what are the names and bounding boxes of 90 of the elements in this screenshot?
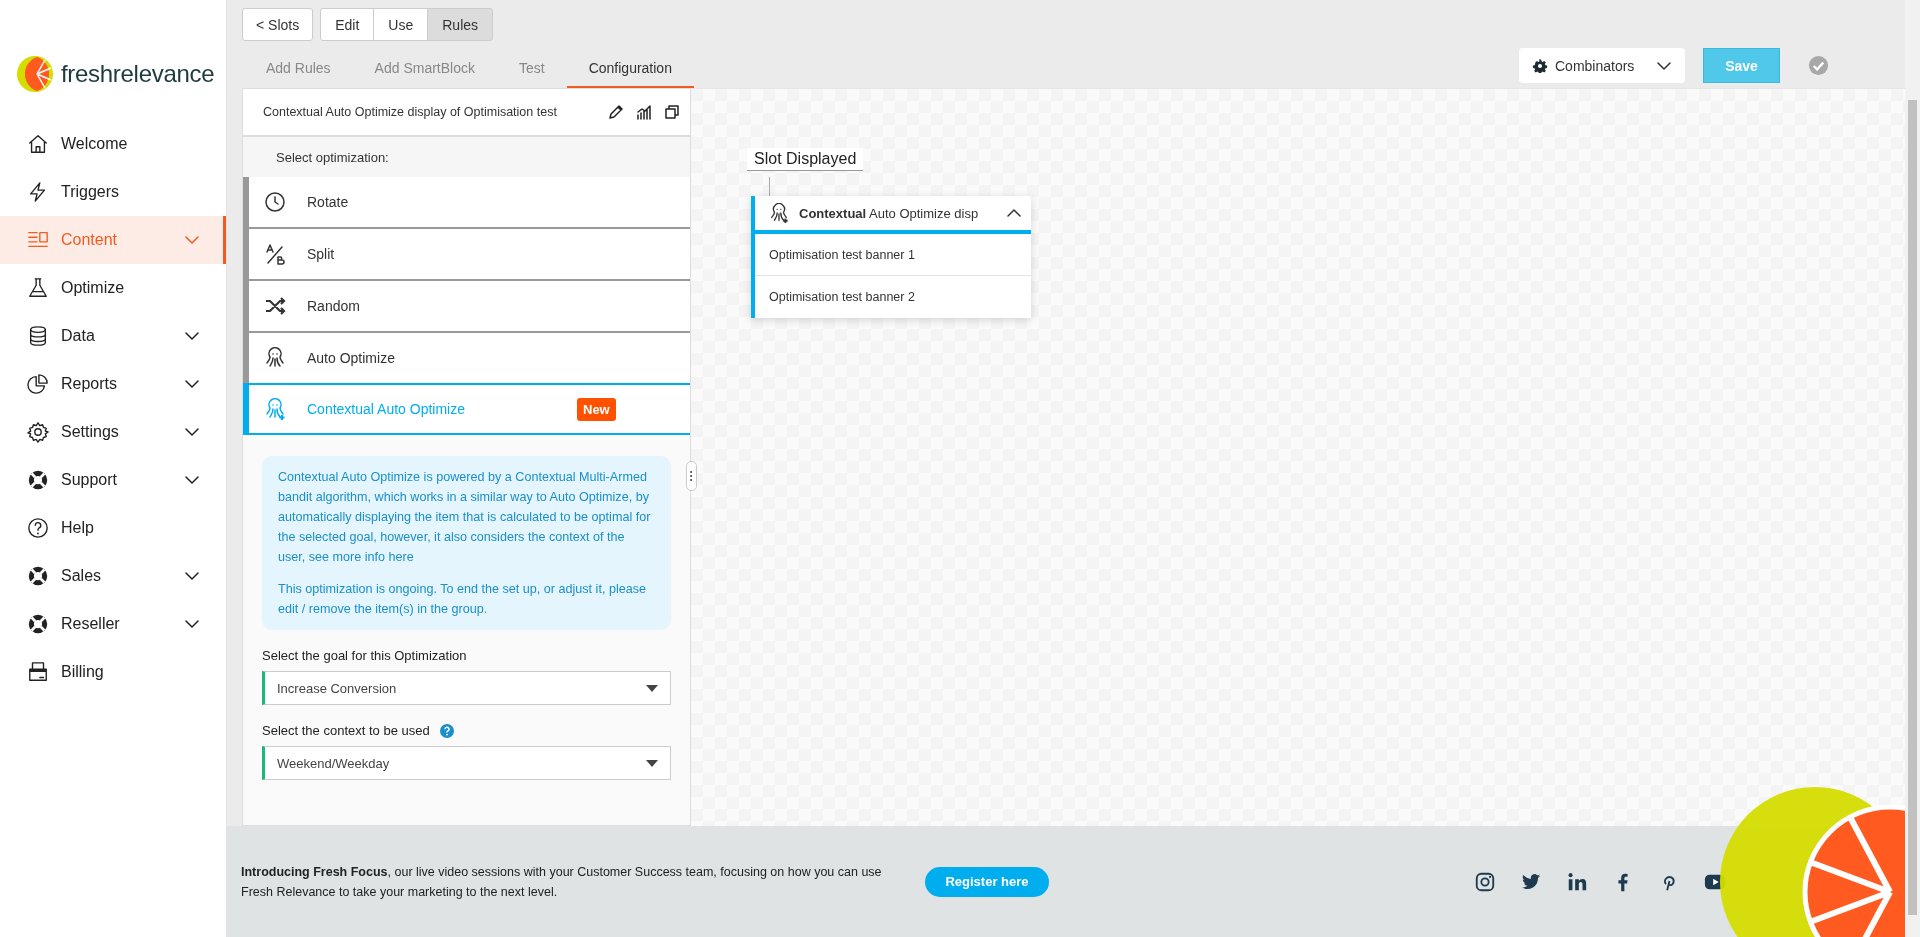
sidebar-item[interactable]: Settings <box>0 408 226 456</box>
node-title: Contextual Auto Optimize disp <box>799 205 980 221</box>
optimization-option[interactable]: Auto Optimize <box>243 333 690 385</box>
panel-title: Contextual Auto Optimize display of Optimisation test <box>263 105 558 119</box>
sidebar-item-label: Support <box>61 471 119 489</box>
chevron-down-icon <box>185 235 199 245</box>
field-label: Select the context to be used <box>262 723 430 738</box>
logo-icon <box>15 54 55 94</box>
flask-icon <box>27 277 49 299</box>
shuffle-icon <box>264 295 286 317</box>
sidebar-item-label: Reseller <box>61 615 121 633</box>
pencil-icon[interactable] <box>608 104 624 120</box>
sidebar-item-label: Help <box>61 519 95 537</box>
combinators-dropdown[interactable]: Combinators <box>1519 48 1685 83</box>
octopus-icon <box>264 347 286 369</box>
info-text: This optimization is ongoing. To end the set up, or adjust it, please edit / remove the item(s) in the group. <box>278 581 647 618</box>
help-icon[interactable] <box>439 723 454 738</box>
field-label: Select the goal for this Optimization <box>262 648 467 663</box>
chevron-down-icon <box>185 427 199 437</box>
mode-button[interactable]: Rules <box>427 8 494 41</box>
pie-chart-icon <box>27 373 49 395</box>
printer-icon <box>27 661 49 683</box>
mode-button[interactable]: Edit <box>320 8 375 41</box>
sidebar-item-label: Optimize <box>61 279 126 297</box>
linkedin-icon[interactable] <box>1566 870 1588 893</box>
chevron-down-icon <box>1657 60 1671 71</box>
sidebar-item[interactable]: Optimize <box>0 264 226 312</box>
optimization-option[interactable]: Random <box>243 281 690 333</box>
gear-icon <box>27 421 49 443</box>
chevron-down-icon <box>185 475 199 485</box>
lifebuoy-icon <box>27 613 49 635</box>
select-field[interactable]: Increase Conversion <box>262 671 671 705</box>
mode-button[interactable]: Use <box>373 8 429 41</box>
sidebar-item[interactable]: Billing <box>0 648 226 696</box>
chevron-down-icon <box>185 331 199 341</box>
help-icon <box>27 517 49 539</box>
octopus-plus-icon <box>769 203 789 223</box>
instagram-icon[interactable] <box>1474 870 1496 893</box>
gear-icon <box>1533 58 1547 73</box>
chevron-down-icon <box>185 571 199 581</box>
option-label: Random <box>307 298 361 314</box>
database-icon <box>27 325 49 347</box>
split-icon <box>264 243 286 265</box>
sidebar-item[interactable]: Triggers <box>0 168 226 216</box>
sidebar-item-label: Billing <box>61 663 105 681</box>
option-label: Split <box>307 246 336 262</box>
sidebar-item[interactable]: Sales <box>0 552 226 600</box>
sidebar-item[interactable]: Data <box>0 312 226 360</box>
optimization-option[interactable]: Rotate <box>243 177 690 229</box>
node-item[interactable]: Optimisation test banner 2 <box>755 276 1031 318</box>
option-label: Contextual Auto Optimize <box>307 401 466 417</box>
bar-chart-icon[interactable] <box>636 104 652 120</box>
octopus-plus-icon <box>264 398 286 420</box>
caret-icon <box>646 759 658 767</box>
sidebar-item[interactable]: Reports <box>0 360 226 408</box>
checkmark-icon <box>1808 55 1829 76</box>
sidebar-item[interactable]: Help <box>0 504 226 552</box>
clock-icon <box>264 191 286 213</box>
resize-handle[interactable] <box>686 461 697 491</box>
chevron-icon[interactable] <box>1007 208 1021 218</box>
select-field[interactable]: Weekend/Weekday <box>262 746 671 780</box>
sidebar-item-label: Settings <box>61 423 120 441</box>
slot-label: Slot Displayed <box>747 148 864 171</box>
lifebuoy-icon <box>27 469 49 491</box>
option-label: Auto Optimize <box>307 350 396 366</box>
chevron-down-icon <box>185 619 199 629</box>
new-badge: New <box>577 397 616 421</box>
sidebar-item-label: Triggers <box>61 183 121 201</box>
sidebar-item[interactable]: Welcome <box>0 120 226 168</box>
option-label: Rotate <box>307 194 350 210</box>
sidebar-item-label: Content <box>61 231 119 249</box>
optimization-option[interactable]: Split <box>243 229 690 281</box>
sidebar-item-label: Welcome <box>61 135 129 153</box>
home-icon <box>27 133 49 155</box>
sidebar-item-label: Data <box>61 327 96 345</box>
sidebar-item-label: Reports <box>61 375 119 393</box>
footer-text: Introducing Fresh Focus, our live video sessions with your Customer Success team, focusing on how you can use Fresh Relevance to take your marketing to the next level. <box>241 863 883 901</box>
back-button[interactable]: < Slots <box>242 8 314 41</box>
sidebar-item[interactable]: Reseller <box>0 600 226 648</box>
caret-icon <box>646 684 658 692</box>
scrollbar[interactable] <box>1905 0 1920 937</box>
sidebar-item-label: Sales <box>61 567 103 585</box>
sidebar-item[interactable]: Support <box>0 456 226 504</box>
section-label: Select optimization: <box>243 137 690 177</box>
chevron-down-icon <box>185 379 199 389</box>
brand-name: freshrelevance <box>61 60 215 88</box>
info-text: Contextual Auto Optimize is powered by a Contextual Multi-Armed bandit algorithm, which works in a similar way to Auto Optimize, by automatically displaying the item that is calculated to be optimal for the selected goal, however, it also considers the context of the user, see more info here <box>278 469 652 566</box>
lifebuoy-icon <box>27 565 49 587</box>
node-item[interactable]: Optimisation test banner 1 <box>755 234 1031 276</box>
copy-icon[interactable] <box>664 104 680 120</box>
